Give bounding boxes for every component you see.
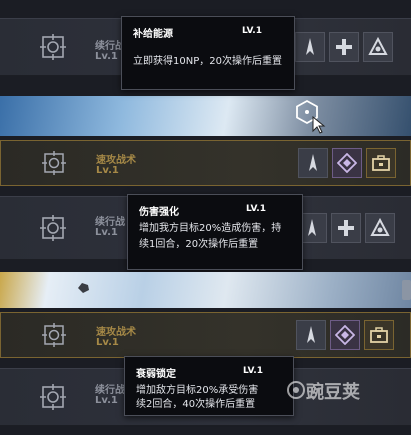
skill-slot-sigil[interactable] [363, 32, 393, 62]
blade-icon [309, 154, 317, 171]
blade-icon [306, 38, 314, 55]
scroll-handle[interactable] [402, 280, 411, 300]
tooltip-description: 立即获得10NP，20次操作后重置 [133, 56, 282, 67]
skill-slot-blade[interactable] [296, 320, 326, 350]
skill-level: Lv.1 [95, 51, 118, 62]
skill-level: Lv.1 [95, 227, 118, 238]
blade-icon [307, 326, 315, 343]
crosshair-emblem-icon [41, 150, 67, 176]
skill-name: 续行战 [95, 217, 125, 228]
skill-level: Lv.1 [96, 337, 119, 348]
skill-row-2[interactable]: 速攻战术 Lv.1 [0, 140, 411, 186]
tooltip-title: 衰弱锁定 [136, 369, 176, 380]
skill-name: 速攻战术 [96, 327, 136, 338]
tooltip-description: 续2回合，40次操作后重置 [136, 399, 256, 410]
cross-plus-icon [338, 220, 354, 236]
skill-name: 续行战 [95, 385, 125, 396]
skill-slot-toolbox[interactable] [364, 320, 394, 350]
crosshair-emblem-icon [40, 384, 66, 410]
skill-slot-diamond[interactable] [332, 148, 362, 178]
watermark-text: 豌豆荚 [306, 382, 360, 403]
skill-level: Lv.1 [96, 165, 119, 176]
tooltip-level: LV.1 [243, 366, 263, 376]
tooltip-title: 补给能源 [133, 29, 173, 40]
cross-plus-icon [336, 39, 352, 55]
debris-icon [78, 283, 89, 293]
battle-scene-strip [0, 272, 411, 308]
skill-slot-blade[interactable] [295, 32, 325, 62]
triangle-sigil-icon [370, 218, 390, 236]
toolbox-icon [370, 327, 388, 343]
mouse-cursor-icon [312, 116, 326, 134]
blade-icon [308, 219, 316, 236]
skill-slot-toolbox[interactable] [366, 148, 396, 178]
skill-slot-plus[interactable] [331, 213, 361, 243]
skill-row-4[interactable]: 速攻战术 Lv.1 [0, 312, 411, 358]
tooltip-title: 伤害强化 [139, 207, 179, 218]
battle-scene-strip [0, 96, 411, 136]
diamond-sigil-icon [337, 153, 357, 173]
skill-tooltip: 伤害强化 LV.1 增加我方目标20%造成伤害，持 续1回合，20次操作后重置 [127, 194, 303, 270]
skill-level: Lv.1 [95, 395, 118, 406]
skill-tooltip: 补给能源 LV.1 立即获得10NP，20次操作后重置 [121, 16, 295, 90]
crosshair-emblem-icon [40, 34, 66, 60]
toolbox-icon [372, 155, 390, 171]
tooltip-description: 续1回合，20次操作后重置 [139, 239, 259, 250]
skill-slot-plus[interactable] [329, 32, 359, 62]
skill-slot-diamond[interactable] [330, 320, 360, 350]
triangle-sigil-icon [368, 37, 388, 55]
skill-slot-sigil[interactable] [365, 213, 395, 243]
crosshair-emblem-icon [40, 215, 66, 241]
watermark-logo-icon [287, 381, 305, 399]
tooltip-description: 增加我方目标20%造成伤害，持 [139, 223, 282, 234]
tooltip-level: LV.1 [242, 26, 262, 36]
crosshair-emblem-icon [41, 322, 67, 348]
tooltip-level: LV.1 [246, 204, 266, 214]
skill-tooltip: 衰弱锁定 LV.1 增加敌方目标20%承受伤害 续2回合，40次操作后重置 [124, 356, 294, 416]
skill-name: 速攻战术 [96, 155, 136, 166]
skill-slot-blade[interactable] [298, 148, 328, 178]
diamond-sigil-icon [335, 325, 355, 345]
